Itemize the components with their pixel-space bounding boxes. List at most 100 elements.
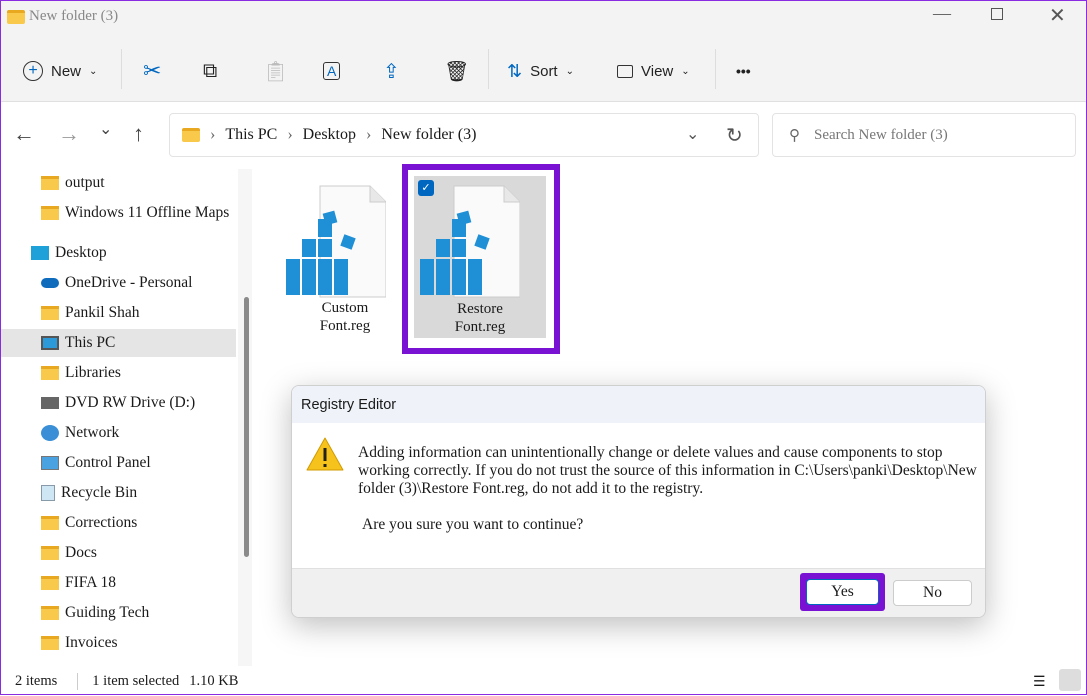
share-button[interactable]: ⇪ bbox=[383, 55, 400, 87]
network-icon bbox=[41, 425, 59, 441]
folder-icon bbox=[41, 546, 59, 560]
sidebar-item-desktop[interactable]: Desktop bbox=[1, 239, 236, 267]
sidebar-item-label: Corrections bbox=[65, 514, 138, 531]
clipboard-icon: 📋︎ bbox=[263, 60, 289, 83]
sidebar-item-network[interactable]: Network bbox=[1, 419, 236, 447]
sidebar-item-label: FIFA 18 bbox=[65, 574, 116, 591]
up-button[interactable]: ↑ bbox=[133, 121, 144, 147]
search-input[interactable]: Search New folder (3) bbox=[814, 127, 948, 144]
sidebar-item-corrections[interactable]: Corrections bbox=[1, 509, 236, 537]
sidebar-item-label: Guiding Tech bbox=[65, 604, 150, 621]
sidebar-item-label: Windows 11 Offline Maps bbox=[65, 204, 230, 221]
sidebar-item-windows-11-offline-maps[interactable]: Windows 11 Offline Maps bbox=[1, 199, 236, 227]
sidebar-item-pankil-shah[interactable]: Pankil Shah bbox=[1, 299, 236, 327]
cut-button[interactable]: ✂ bbox=[143, 55, 161, 87]
trash-icon: 🗑︎ bbox=[444, 60, 470, 83]
sidebar-item-output[interactable]: output bbox=[1, 169, 236, 197]
breadcrumb-separator: › bbox=[366, 126, 372, 143]
sidebar-item-dvd-rw-drive-d-[interactable]: DVD RW Drive (D:) bbox=[1, 389, 236, 417]
sidebar-item-libraries[interactable]: Libraries bbox=[1, 359, 236, 387]
sort-icon: ⇅ bbox=[507, 60, 523, 81]
desktop-icon bbox=[31, 246, 49, 260]
registry-editor-dialog: Registry Editor Adding information can u… bbox=[291, 385, 986, 618]
sidebar-item-onedrive-personal[interactable]: OneDrive - Personal bbox=[1, 269, 236, 297]
status-bar: 2 items 1 item selected 1.10 KB ☰ bbox=[1, 666, 1086, 696]
file-explorer-window: New folder (3) — ✕ + New ⌄ ✂ ⧉ 📋︎ A ⇪ 🗑︎ ⇅… bbox=[0, 0, 1087, 695]
folder-icon bbox=[41, 576, 59, 590]
yes-button[interactable]: Yes bbox=[806, 579, 879, 605]
recent-locations-button[interactable]: ⌄ bbox=[99, 119, 112, 139]
breadcrumb-this-pc[interactable]: This PC bbox=[225, 126, 277, 144]
divider bbox=[488, 49, 489, 89]
search-box[interactable]: ⚲ Search New folder (3) bbox=[772, 113, 1076, 157]
rename-button[interactable]: A bbox=[323, 55, 341, 87]
chevron-down-icon: ⌄ bbox=[89, 65, 98, 77]
sidebar-item-fifa-18[interactable]: FIFA 18 bbox=[1, 569, 236, 597]
divider bbox=[715, 49, 716, 89]
minimize-button[interactable]: — bbox=[933, 3, 951, 24]
copy-button[interactable]: ⧉ bbox=[203, 55, 217, 87]
forward-button[interactable]: → bbox=[58, 121, 80, 147]
sidebar-item-label: Libraries bbox=[65, 364, 121, 381]
window-title: New folder (3) bbox=[29, 8, 119, 24]
file-restore-font-reg[interactable]: ✓ Restore Font.reg bbox=[414, 176, 546, 338]
view-icon bbox=[617, 64, 633, 78]
scrollbar-thumb[interactable] bbox=[244, 297, 249, 557]
title-bar: New folder (3) — ✕ bbox=[1, 1, 1086, 41]
sidebar-item-label: Pankil Shah bbox=[65, 304, 140, 321]
new-label: New bbox=[51, 62, 82, 80]
rename-icon: A bbox=[323, 62, 341, 80]
sidebar-item-label: Network bbox=[65, 424, 120, 441]
tiles-view-button[interactable] bbox=[1059, 669, 1081, 691]
divider bbox=[121, 49, 122, 89]
address-dropdown-button[interactable]: ⌄ bbox=[686, 124, 699, 144]
sidebar-item-guiding-tech[interactable]: Guiding Tech bbox=[1, 599, 236, 627]
sidebar-item-invoices[interactable]: Invoices bbox=[1, 629, 236, 657]
registry-file-icon bbox=[286, 185, 386, 298]
sidebar-item-label: OneDrive - Personal bbox=[65, 274, 193, 291]
refresh-button[interactable]: ↻ bbox=[726, 123, 743, 148]
file-custom-font-reg[interactable]: Custom Font.reg bbox=[284, 184, 404, 344]
paste-button[interactable]: 📋︎ bbox=[263, 55, 288, 87]
recycle-bin-icon bbox=[41, 485, 55, 501]
item-count: 2 items bbox=[15, 672, 58, 689]
warning-icon bbox=[306, 437, 344, 471]
more-options-button[interactable]: ••• bbox=[736, 55, 751, 87]
breadcrumb-new-folder[interactable]: New folder (3) bbox=[381, 126, 476, 144]
sidebar-item-label: Control Panel bbox=[65, 454, 151, 471]
folder-icon bbox=[41, 606, 59, 620]
folder-icon bbox=[41, 516, 59, 530]
sort-button[interactable]: ⇅ Sort ⌄ bbox=[507, 55, 574, 87]
control-panel-icon bbox=[41, 456, 59, 470]
no-button[interactable]: No bbox=[893, 580, 972, 606]
sidebar-item-recycle-bin[interactable]: Recycle Bin bbox=[1, 479, 236, 507]
share-icon: ⇪ bbox=[383, 60, 400, 83]
close-button[interactable]: ✕ bbox=[1049, 3, 1066, 27]
sidebar-item-label: Docs bbox=[65, 544, 97, 561]
registry-file-icon bbox=[420, 185, 520, 298]
delete-button[interactable]: 🗑︎ bbox=[444, 55, 469, 87]
command-bar: + New ⌄ ✂ ⧉ 📋︎ A ⇪ 🗑︎ ⇅ Sort ⌄ View ⌄ ••• bbox=[1, 41, 1086, 102]
dialog-question: Are you sure you want to continue? bbox=[362, 516, 584, 533]
new-button[interactable]: + New ⌄ bbox=[23, 55, 97, 87]
file-name: Restore Font.reg bbox=[454, 301, 506, 335]
sidebar-item-this-pc[interactable]: This PC bbox=[1, 329, 236, 357]
breadcrumb-desktop[interactable]: Desktop bbox=[303, 126, 356, 144]
copy-icon: ⧉ bbox=[203, 59, 218, 82]
view-button[interactable]: View ⌄ bbox=[617, 55, 690, 87]
view-label: View bbox=[641, 62, 674, 80]
details-view-button[interactable]: ☰ bbox=[1033, 674, 1046, 691]
folder-icon bbox=[41, 366, 59, 380]
sidebar-item-control-panel[interactable]: Control Panel bbox=[1, 449, 236, 477]
selected-size: 1.10 KB bbox=[189, 672, 239, 689]
sidebar-item-label: Desktop bbox=[55, 244, 107, 261]
maximize-button[interactable] bbox=[991, 8, 1003, 20]
sidebar-item-label: output bbox=[65, 174, 105, 191]
sidebar-item-label: Recycle Bin bbox=[61, 484, 138, 501]
back-button[interactable]: ← bbox=[13, 121, 35, 147]
folder-icon bbox=[41, 176, 59, 190]
selected-count: 1 item selected bbox=[77, 672, 179, 690]
sidebar-item-docs[interactable]: Docs bbox=[1, 539, 236, 567]
address-bar[interactable]: › This PC › Desktop › New folder (3) ⌄ ↻ bbox=[169, 113, 759, 157]
pc-icon bbox=[41, 336, 59, 350]
